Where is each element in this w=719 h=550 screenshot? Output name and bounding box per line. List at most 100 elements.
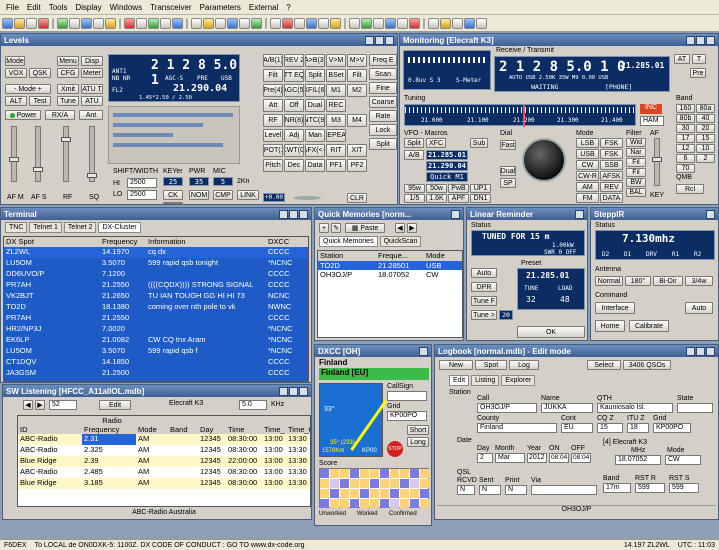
toolbar-button[interactable] (69, 17, 80, 29)
toolbar-button[interactable] (349, 17, 360, 29)
toolbar-button[interactable] (81, 17, 92, 29)
lo-select[interactable]: 2500 (127, 190, 157, 200)
af-sub-slider[interactable] (33, 126, 43, 182)
dual-button[interactable]: Dual (500, 166, 516, 176)
alt-button[interactable]: ALT (5, 96, 27, 106)
minimize-icon[interactable] (686, 346, 695, 356)
menu-windows[interactable]: Windows (106, 3, 146, 12)
toolbar-button[interactable] (93, 17, 104, 29)
cqz-input[interactable]: 15 (597, 423, 623, 433)
table-row[interactable]: PR7AH 21.2550 ((((CQDX)))) STRONG SIGNAL CC… (4, 280, 308, 291)
rf-slider[interactable] (61, 126, 71, 182)
home-button[interactable]: Home (595, 320, 625, 332)
listening-next-button[interactable]: ▶ (35, 400, 45, 410)
side-button[interactable]: Scan (369, 68, 397, 80)
filter-button[interactable]: Wid (626, 138, 646, 147)
table-row[interactable]: ABC-Radio 2.325 AM 12345 08:30:00 13:00 13:30 (18, 445, 310, 456)
maximize-icon[interactable] (375, 35, 384, 45)
toolbar-button[interactable] (191, 17, 202, 29)
side-button[interactable]: Coarse (369, 96, 397, 108)
band-button[interactable]: 6 (676, 154, 695, 163)
linear-ok-button[interactable]: OK (517, 326, 585, 338)
function-button[interactable]: A>B(3) (305, 54, 325, 67)
function-button[interactable]: AGC(5) (284, 84, 304, 97)
column-header[interactable]: Frequency (100, 237, 146, 247)
tab-listing[interactable]: Listing (471, 375, 500, 386)
toolbar-button[interactable] (239, 17, 250, 29)
toolbar-button[interactable] (136, 17, 147, 29)
inc-indicator[interactable]: INC (640, 104, 662, 114)
menu-parameters[interactable]: Parameters (196, 3, 245, 12)
rst-r-input[interactable]: 599 (635, 483, 665, 493)
function-button[interactable]: Level (263, 129, 283, 142)
normal-button[interactable]: Normal (595, 276, 623, 286)
minimize-icon[interactable] (686, 35, 695, 45)
filter-button[interactable]: BAL (626, 188, 646, 197)
filter-button[interactable]: Nar (626, 148, 646, 157)
short-path-button[interactable]: Short (407, 425, 429, 435)
via-input[interactable] (531, 485, 597, 495)
toolbar-button[interactable] (294, 17, 305, 29)
interface-button[interactable]: Interface (595, 302, 635, 314)
toolbar-button[interactable] (428, 17, 439, 29)
bidir-button[interactable]: Bi-Dir (653, 276, 683, 286)
maximize-icon[interactable] (696, 346, 705, 356)
function-button[interactable]: V>M (326, 54, 346, 67)
tab-quick-memories[interactable]: Quick Memories (319, 236, 378, 247)
band-button[interactable]: 40 (696, 114, 715, 123)
toolbar-button[interactable] (373, 17, 384, 29)
tab-dx-cluster[interactable]: DX-Cluster (98, 222, 141, 233)
maximize-icon[interactable] (289, 209, 298, 219)
mode-button[interactable]: FM (576, 193, 599, 203)
month-input[interactable]: Mar (495, 453, 525, 463)
menu-transceiver[interactable]: Transceiver (146, 3, 196, 12)
toolbar-button[interactable] (26, 17, 37, 29)
column-header[interactable]: Time_C (286, 425, 310, 434)
function-button[interactable]: Filt (263, 69, 283, 82)
function-button[interactable]: SPOT(1) (263, 144, 283, 157)
function-button[interactable]: M1 (326, 84, 346, 97)
function-button[interactable]: Pitch (263, 159, 283, 172)
ant-button[interactable]: Ant (79, 110, 103, 120)
at-button[interactable]: AT (674, 54, 690, 64)
toolbar-button[interactable] (227, 17, 238, 29)
table-row[interactable]: Blue Ridge 3.185 AM 12345 08:30:00 13:00 13:30 (18, 478, 310, 489)
on-input[interactable]: 08:04 (549, 453, 569, 463)
macro-button[interactable]: 50w (426, 184, 447, 193)
function-button[interactable]: BSet (326, 69, 346, 82)
tab-telnet-2[interactable]: Telnet 2 (63, 222, 97, 233)
mode-input[interactable]: CW (665, 455, 701, 465)
hi-select[interactable]: 2500 (127, 178, 157, 188)
side-button[interactable]: Split (369, 138, 397, 150)
mode-button[interactable]: FSK (600, 149, 623, 159)
status-spot[interactable]: 14.197 ZL2WL (620, 542, 674, 549)
test-button[interactable]: Test (29, 96, 51, 106)
auto-button[interactable]: Auto (471, 268, 497, 278)
close-icon[interactable] (385, 35, 394, 45)
column-header[interactable]: Station (318, 251, 376, 261)
menu-file[interactable]: File (2, 3, 23, 12)
monitor-af-slider[interactable] (652, 138, 662, 186)
function-button[interactable]: M>V (347, 54, 367, 67)
close-icon[interactable] (419, 346, 428, 356)
column-header[interactable]: Frequency (82, 425, 136, 434)
2kn-button[interactable] (163, 202, 183, 204)
toolbar-button[interactable] (105, 17, 116, 29)
new-qso-button[interactable]: New (439, 360, 473, 370)
tuning-scale[interactable]: 21.000 21.100 21.200 21.300 21.400 (404, 104, 637, 127)
close-icon[interactable] (451, 209, 460, 219)
tune-next-button[interactable]: Tune > (471, 310, 497, 320)
column-header[interactable]: DX Spot (4, 237, 100, 247)
function-button[interactable]: Dual (305, 99, 325, 112)
dpr-button[interactable]: DPR (471, 282, 497, 292)
column-header[interactable]: Information (146, 237, 266, 247)
log-button[interactable]: Log (509, 360, 539, 370)
xmit-button[interactable]: Xmit (57, 84, 79, 94)
band-button[interactable]: 15 (696, 134, 715, 143)
macro-button[interactable]: 1.6K (426, 194, 447, 203)
function-button[interactable]: CWT(0) (284, 144, 304, 157)
column-header[interactable]: Time (226, 425, 262, 434)
tab-quickscan[interactable]: QuickScan (379, 236, 422, 247)
close-icon[interactable] (706, 346, 715, 356)
toolbar-button[interactable] (361, 17, 372, 29)
